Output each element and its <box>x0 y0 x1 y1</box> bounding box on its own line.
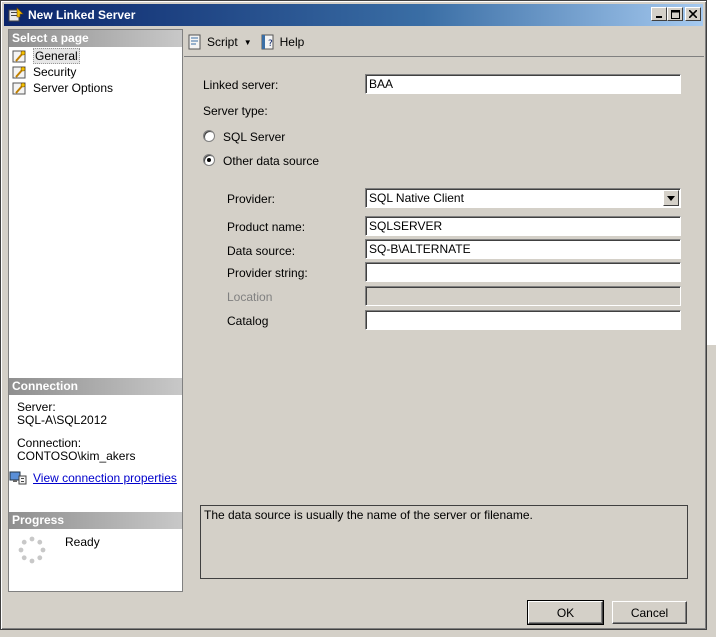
title-bar[interactable]: New Linked Server <box>4 4 703 26</box>
minimize-icon <box>656 16 662 18</box>
linked-server-icon <box>8 7 24 22</box>
connection-value: CONTOSO\kim_akers <box>17 449 136 463</box>
progress-section: Progress Ready <box>9 512 182 565</box>
catalog-input[interactable] <box>365 310 681 330</box>
page-item-label: Security <box>33 65 77 79</box>
page-item-server-options[interactable]: Server Options <box>12 80 182 96</box>
description-box: The data source is usually the name of t… <box>200 505 688 579</box>
provider-select[interactable]: SQL Native Client <box>365 188 681 208</box>
provider-label: Provider: <box>227 192 276 206</box>
close-icon <box>689 10 697 18</box>
help-icon: ? <box>261 34 274 50</box>
server-type-label: Server type: <box>203 104 268 118</box>
general-page: Linked server: BAA Server type: SQL Serv… <box>184 56 704 592</box>
toolbar: Script ▼ ? Help <box>184 30 705 54</box>
product-name-input[interactable]: SQLSERVER <box>365 216 681 236</box>
script-icon <box>188 34 201 50</box>
sql-server-radio-label[interactable]: SQL Server <box>223 130 285 144</box>
catalog-label: Catalog <box>227 314 269 328</box>
new-linked-server-dialog: New Linked Server Select a page General … <box>0 0 707 630</box>
background-window-bottom <box>0 630 716 637</box>
minimize-button[interactable] <box>651 7 667 21</box>
page-wrench-icon <box>12 66 26 79</box>
background-window <box>707 345 716 637</box>
ok-button[interactable]: OK <box>527 600 604 625</box>
page-item-security[interactable]: Security <box>12 64 182 80</box>
provider-string-input[interactable] <box>365 262 681 282</box>
provider-string-label: Provider string: <box>227 266 308 280</box>
page-list: General Security Server Options <box>9 47 182 96</box>
other-data-source-radio-label[interactable]: Other data source <box>223 154 319 168</box>
script-label: Script <box>207 35 238 49</box>
maximize-button[interactable] <box>667 7 683 21</box>
script-button[interactable]: Script ▼ <box>187 34 252 50</box>
location-label: Location <box>227 290 273 304</box>
data-source-input[interactable]: SQ-B\ALTERNATE <box>365 239 681 259</box>
maximize-icon <box>670 9 680 19</box>
provider-dropdown-button[interactable] <box>663 190 679 206</box>
product-name-label: Product name: <box>227 220 306 234</box>
progress-spinner-icon <box>18 536 46 564</box>
page-item-general[interactable]: General <box>12 48 182 64</box>
help-label: Help <box>279 35 305 49</box>
help-button[interactable]: ? Help <box>260 34 305 50</box>
close-button[interactable] <box>685 7 701 21</box>
select-page-header: Select a page <box>9 30 182 47</box>
view-connection-link-label: View connection properties <box>33 471 177 485</box>
page-wrench-icon <box>12 82 26 95</box>
cancel-button[interactable]: Cancel <box>612 601 687 624</box>
sql-server-radio[interactable] <box>203 130 215 142</box>
progress-status: Ready <box>65 535 100 549</box>
chevron-down-icon <box>667 195 675 201</box>
connection-header: Connection <box>9 378 182 395</box>
page-item-label: Server Options <box>33 81 114 95</box>
view-connection-properties-link[interactable]: View connection properties <box>9 471 182 485</box>
other-data-source-radio[interactable] <box>203 154 215 166</box>
linked-server-input[interactable]: BAA <box>365 74 681 94</box>
description-text: The data source is usually the name of t… <box>204 508 533 522</box>
chevron-down-icon[interactable]: ▼ <box>244 38 252 47</box>
page-item-label: General <box>33 48 80 64</box>
page-wrench-icon <box>12 50 26 63</box>
left-pane: Select a page General Security Server Op… <box>8 29 183 592</box>
window-title: New Linked Server <box>28 8 136 22</box>
progress-header: Progress <box>9 512 182 529</box>
connection-section: Connection Server: SQL-A\SQL2012 Connect… <box>9 378 182 485</box>
data-source-label: Data source: <box>227 244 296 258</box>
provider-selected-value: SQL Native Client <box>369 191 464 205</box>
server-value: SQL-A\SQL2012 <box>17 413 108 427</box>
svg-text:?: ? <box>268 39 273 49</box>
connection-properties-icon <box>9 471 27 485</box>
location-input <box>365 286 681 306</box>
linked-server-label: Linked server: <box>203 78 279 92</box>
